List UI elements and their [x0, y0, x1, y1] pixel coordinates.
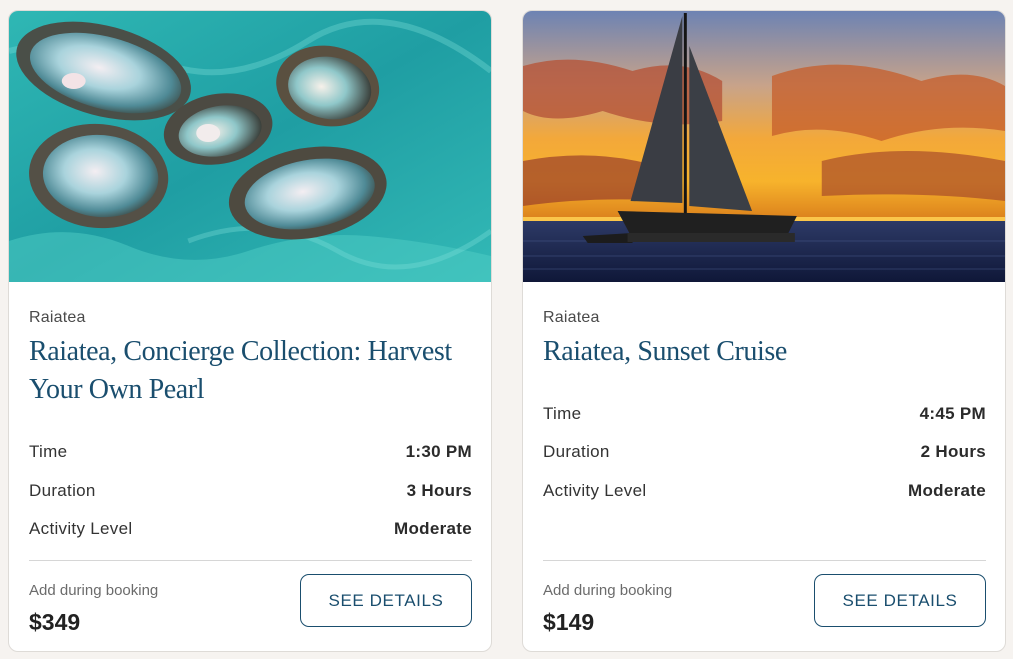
sunset-catamaran-photo[interactable] — [523, 11, 1005, 282]
card-divider — [29, 560, 472, 561]
detail-label: Duration — [29, 481, 96, 500]
excursion-card-list: Raiatea Raiatea, Concierge Collection: H… — [0, 0, 1013, 659]
detail-row-activity-level: Activity Level Moderate — [29, 517, 472, 541]
card-body: Raiatea Raiatea, Concierge Collection: H… — [29, 282, 472, 651]
card-divider — [543, 560, 986, 561]
detail-value: Moderate — [394, 519, 472, 538]
card-location: Raiatea — [29, 309, 86, 326]
detail-label: Duration — [543, 442, 610, 461]
see-details-button[interactable]: SEE DETAILS — [814, 574, 986, 627]
detail-label: Time — [543, 404, 582, 423]
card-title[interactable]: Raiatea, Sunset Cruise — [543, 333, 986, 371]
detail-row-duration: Duration 3 Hours — [29, 479, 472, 503]
excursion-card-sunset-cruise: Raiatea Raiatea, Sunset Cruise Time 4:45… — [522, 10, 1006, 652]
detail-value: 2 Hours — [920, 442, 986, 461]
detail-label: Time — [29, 442, 68, 461]
card-price: $149 — [543, 609, 595, 635]
card-location: Raiatea — [543, 309, 600, 326]
see-details-button[interactable]: SEE DETAILS — [300, 574, 472, 627]
detail-row-time: Time 1:30 PM — [29, 440, 472, 464]
card-price: $349 — [29, 609, 81, 635]
detail-label: Activity Level — [543, 481, 647, 500]
detail-value: 4:45 PM — [919, 404, 986, 423]
add-during-booking-note: Add during booking — [29, 582, 159, 599]
detail-value: 3 Hours — [406, 481, 472, 500]
excursion-card-pearl: Raiatea Raiatea, Concierge Collection: H… — [8, 10, 492, 652]
detail-row-time: Time 4:45 PM — [543, 402, 986, 426]
detail-value: 1:30 PM — [405, 442, 472, 461]
pearl-oyster-photo[interactable] — [9, 11, 491, 282]
card-body: Raiatea Raiatea, Sunset Cruise Time 4:45… — [543, 282, 986, 651]
detail-row-activity-level: Activity Level Moderate — [543, 479, 986, 503]
add-during-booking-note: Add during booking — [543, 582, 673, 599]
card-title[interactable]: Raiatea, Concierge Collection: Harvest Y… — [29, 333, 472, 409]
detail-value: Moderate — [908, 481, 986, 500]
detail-label: Activity Level — [29, 519, 133, 538]
detail-row-duration: Duration 2 Hours — [543, 440, 986, 464]
